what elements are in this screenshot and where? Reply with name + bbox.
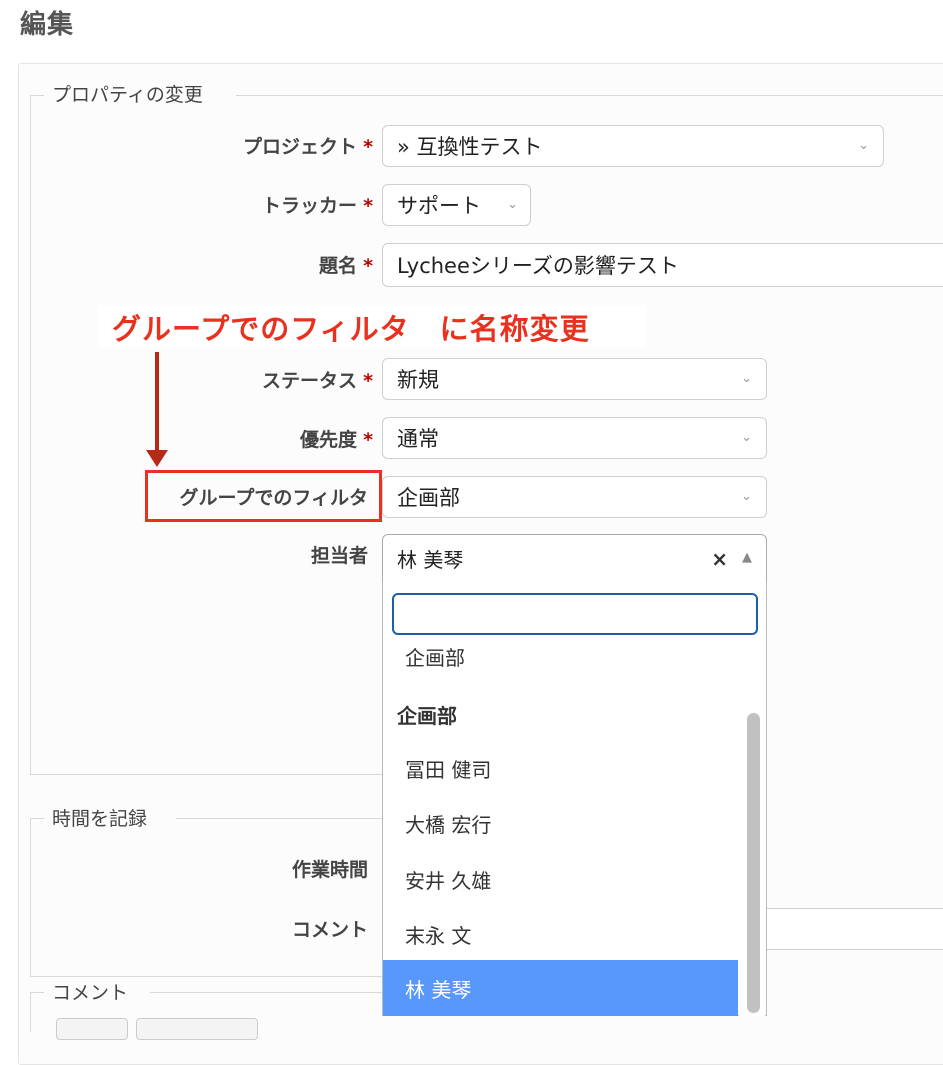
fieldset-border [236,95,943,96]
chevron-down-icon: ⌄ [741,370,752,386]
fieldset-border [30,95,31,775]
time-comment-input[interactable] [766,908,943,950]
fieldset-border [30,95,44,96]
notes-tab-edit[interactable] [56,1018,128,1040]
dropdown-option-partial[interactable]: 企画部 [383,630,738,682]
tracker-label: トラッカー * [262,195,373,217]
tracker-select[interactable]: サポート ⌄ [382,184,531,226]
fieldset-border [30,818,44,819]
arrow-head-icon [146,450,168,467]
fieldset-border [30,774,382,775]
dropdown-option[interactable]: 大橋 宏行 [383,795,738,851]
notes-tab-preview[interactable] [136,1018,258,1040]
status-label: ステータス * [262,370,373,392]
chevron-down-icon: ⌄ [741,488,752,504]
dropdown-search-input[interactable] [392,593,758,635]
dropdown-option[interactable]: 冨田 健司 [383,740,738,796]
assignee-select[interactable]: 林 美琴 × ▲ [382,534,767,583]
fieldset-border [150,992,382,993]
hours-label: 作業時間 [291,859,368,881]
fieldset-border [176,818,382,819]
time-entry-legend[interactable]: 時間を記録 [46,804,154,831]
dropdown-group-label: 企画部 [397,703,457,728]
properties-legend[interactable]: プロパティの変更 [46,80,209,107]
subject-value: Lycheeシリーズの影響テスト [397,254,679,278]
project-value: » 互換性テスト [397,135,543,159]
chevron-down-icon: ⌄ [507,196,518,212]
dropdown-scrollbar-thumb[interactable] [747,713,760,1013]
group-filter-value: 企画部 [397,486,460,510]
fieldset-border [30,818,31,976]
project-select[interactable]: » 互換性テスト ⌄ [382,125,884,167]
annotation-callout: グループでのフィルタ に名称変更 [98,306,646,348]
priority-value: 通常 [397,427,439,451]
chevron-up-icon[interactable]: ▲ [742,550,752,565]
project-label: プロジェクト * [243,136,373,158]
status-select[interactable]: 新規 ⌄ [382,358,767,400]
assignee-label: 担当者 [310,545,368,567]
priority-label: 優先度 * [300,429,373,451]
annotation-arrow-icon [155,352,159,452]
fieldset-border [30,992,44,993]
tracker-value: サポート [397,194,481,218]
chevron-down-icon: ⌄ [858,137,869,153]
group-filter-label: グループでのフィルタ [179,487,368,509]
fieldset-border [30,992,31,1032]
assignee-value: 林 美琴 [397,548,464,572]
subject-label: 題名 * [319,255,373,277]
chevron-down-icon: ⌄ [741,429,752,445]
dropdown-option-selected[interactable]: 林 美琴 [383,960,738,1016]
status-value: 新規 [397,368,439,392]
fieldset-border [30,976,382,977]
group-filter-select[interactable]: 企画部 ⌄ [382,476,767,518]
dropdown-option[interactable]: 安井 久雄 [383,851,738,907]
subject-input[interactable]: Lycheeシリーズの影響テスト [382,243,943,287]
time-comment-label: コメント [291,919,368,941]
clear-icon[interactable]: × [711,547,728,571]
priority-select[interactable]: 通常 ⌄ [382,417,767,459]
page-title: 編集 [20,10,75,40]
dropdown-option[interactable]: 末永 文 [383,906,738,962]
dropdown-divider [383,588,765,590]
notes-legend[interactable]: コメント [46,978,135,1005]
